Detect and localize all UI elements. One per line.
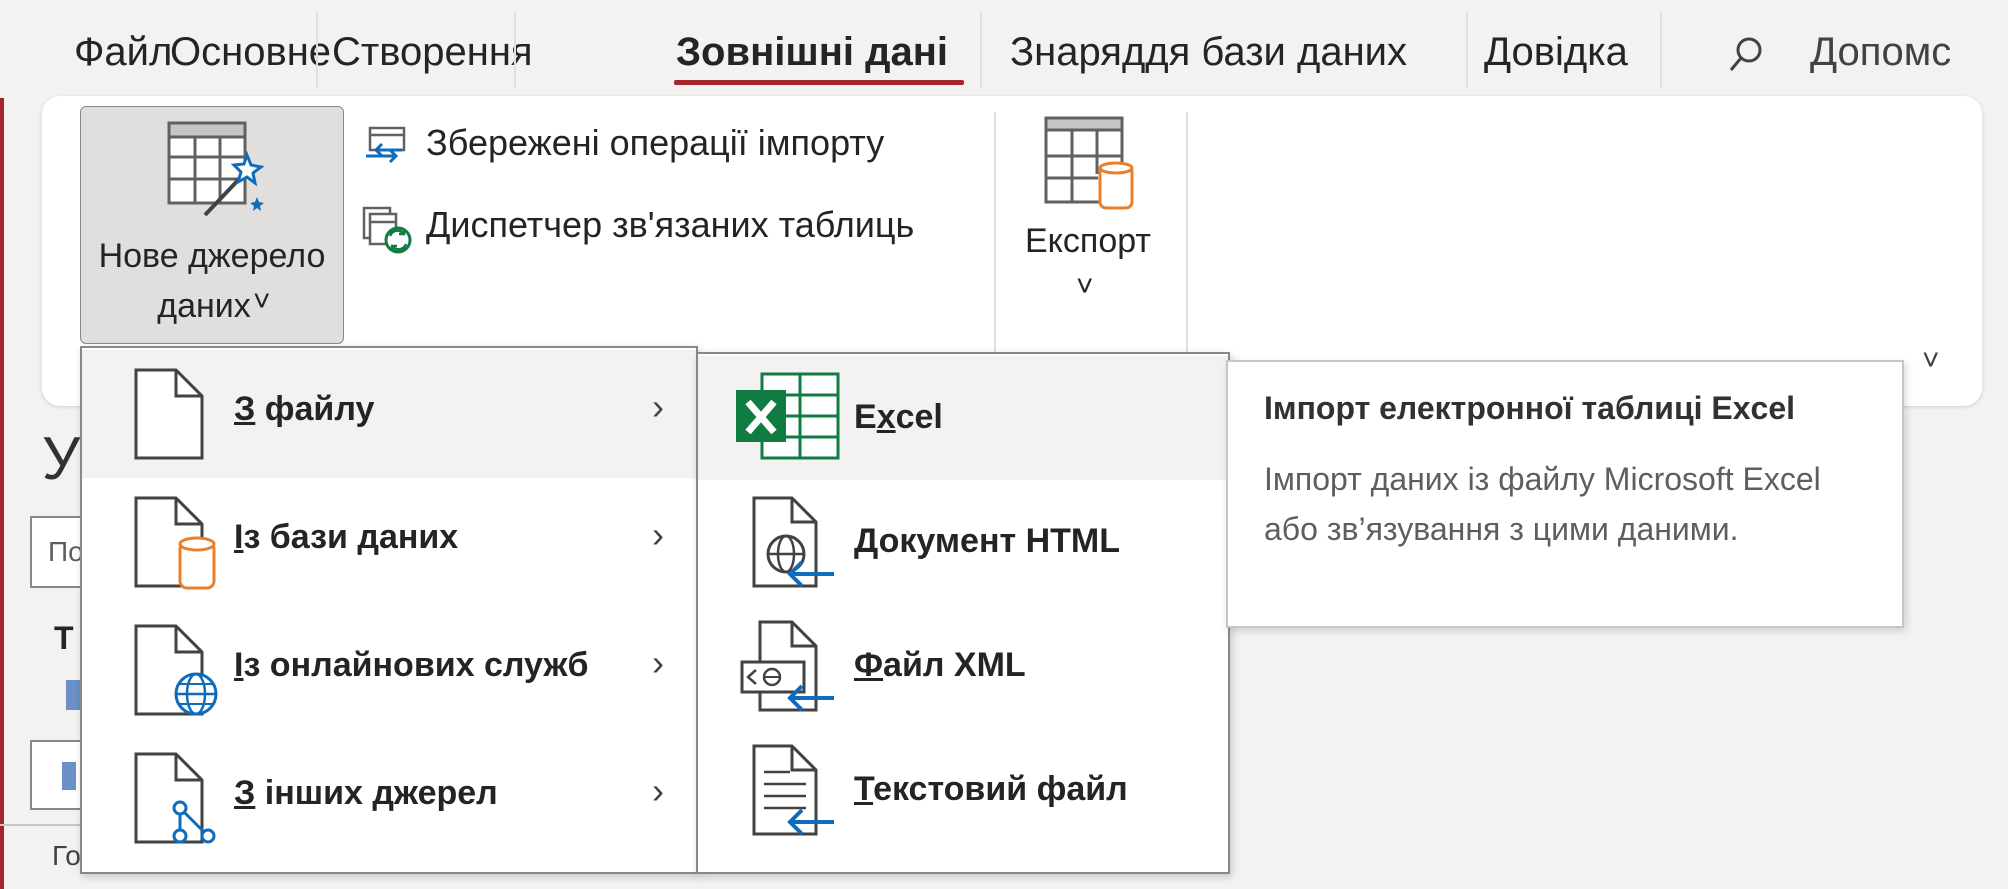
menu-item-html-document[interactable]: Документ HTML [698,480,1228,604]
tab-external-data[interactable]: Зовнішні дані [676,22,948,82]
background-footer-fragment: Го [52,840,81,871]
menu-item-label: З інших джерел [234,774,498,812]
chevron-down-icon: ˅ [1076,270,1094,303]
tab-home[interactable]: Основне [170,22,331,82]
new-data-source-menu: З файлу › Із бази даних › Із онлайнових … [80,346,698,874]
export-label: Експорт [1025,222,1151,260]
menu-item-label: Із бази даних [234,518,459,556]
export-button[interactable]: Експорт ˅ [1000,110,1176,330]
tab-separator [980,12,982,88]
menu-item-from-online-services[interactable]: Із онлайнових служб › [82,606,696,734]
menu-item-from-file[interactable]: З файлу › [82,350,696,478]
saved-imports-icon [366,126,406,164]
text-file-icon [752,744,834,836]
menu-item-xml-file[interactable]: Файл XML [698,604,1228,728]
tab-separator [1466,12,1468,88]
tab-separator [1660,12,1662,88]
active-tab-indicator [674,80,964,85]
new-data-source-label-1: Нове джерело [98,237,326,275]
menu-item-excel[interactable]: Excel [698,356,1228,480]
window-border [0,0,4,889]
collapse-ribbon-icon[interactable]: ˅ [1922,344,1940,378]
export-table-icon [1044,116,1134,210]
search-icon [1729,37,1762,71]
tooltip-excel-import: Імпорт електронної таблиці Excel Імпорт … [1226,360,1904,628]
other-sources-icon [134,752,216,844]
chevron-right-icon: › [652,386,664,427]
chevron-right-icon: › [652,642,664,683]
xml-file-icon [740,620,834,712]
html-document-icon [752,496,834,588]
table-wand-icon [167,121,265,217]
online-services-icon [134,624,218,716]
tab-database-tools[interactable]: Знаряддя бази даних [1010,22,1407,82]
search-label: Допомс [1810,30,1952,74]
group-separator [1186,112,1188,358]
tab-separator [514,12,516,88]
menu-item-text-file[interactable]: Текстовий файл [698,728,1228,852]
background-heading-fragment: У [42,425,81,492]
table-icon [62,762,76,790]
new-data-source-button[interactable]: Нове джерело даних ˅ [80,106,344,344]
new-data-source-label-2: даних [157,287,251,325]
menu-item-label: З файлу [234,390,375,428]
tab-create[interactable]: Створення [332,22,533,82]
saved-imports-label: Збережені операції імпорту [426,122,885,163]
tab-help[interactable]: Довідка [1484,22,1628,82]
file-icon [134,368,204,460]
menu-item-label: Файл XML [854,646,1026,684]
ribbon-tab-bar: Файл Основне Створення Зовнішні дані Зна… [0,0,2008,98]
background-label-fragment: Т [54,620,74,656]
menu-item-from-other-sources[interactable]: З інших джерел › [82,734,696,862]
menu-item-label: Із онлайнових служб [234,646,589,684]
excel-icon [736,372,840,460]
from-file-submenu: Excel Документ HTML Файл XML Текстовий ф… [696,352,1230,874]
chevron-right-icon: › [652,514,664,555]
tooltip-title: Імпорт електронної таблиці Excel [1264,390,1796,426]
linked-table-manager-label: Диспетчер зв'язаних таблиць [426,204,915,245]
chevron-right-icon: › [652,770,664,811]
menu-item-label: Документ HTML [854,522,1120,560]
background-input-fragment: По [48,536,84,567]
menu-item-from-database[interactable]: Із бази даних › [82,478,696,606]
linked-table-manager-icon [362,206,412,254]
tooltip-body: Імпорт даних із файлу Microsoft Excel аб… [1264,461,1821,547]
tab-separator [316,12,318,88]
database-file-icon [134,496,216,590]
chevron-down-icon: ˅ [253,285,271,318]
tab-file[interactable]: Файл [74,22,172,82]
menu-item-label: Excel [854,398,943,436]
group-separator [994,112,996,358]
menu-item-label: Текстовий файл [854,770,1128,808]
